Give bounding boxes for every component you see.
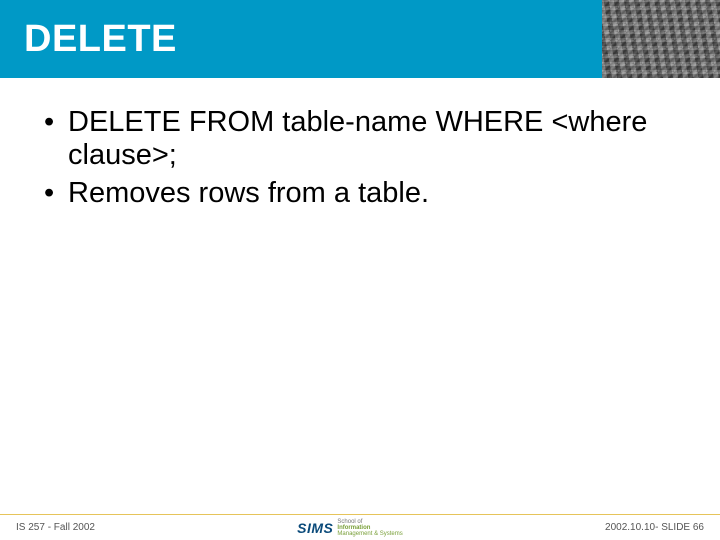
- footer-right-text: 2002.10.10- SLIDE 66: [605, 522, 704, 533]
- bullet-item: DELETE FROM table-name WHERE <where clau…: [40, 106, 680, 173]
- footer-left-text: IS 257 - Fall 2002: [16, 522, 95, 533]
- sims-logo-subtext: School of Information Management & Syste…: [337, 519, 402, 537]
- sims-logo: SIMS School of Information Management & …: [297, 519, 403, 537]
- header-decorative-image: [602, 0, 720, 78]
- slide-title: DELETE: [0, 18, 177, 61]
- bullet-item: Removes rows from a table.: [40, 177, 680, 210]
- sims-line3: Management & Systems: [337, 531, 402, 537]
- sims-logo-text: SIMS: [297, 520, 333, 536]
- bullet-list: DELETE FROM table-name WHERE <where clau…: [40, 106, 680, 210]
- slide-header: DELETE: [0, 0, 720, 78]
- slide-content: DELETE FROM table-name WHERE <where clau…: [0, 78, 720, 210]
- slide-footer: IS 257 - Fall 2002 SIMS School of Inform…: [0, 514, 720, 540]
- footer-logo-area: SIMS School of Information Management & …: [95, 519, 605, 537]
